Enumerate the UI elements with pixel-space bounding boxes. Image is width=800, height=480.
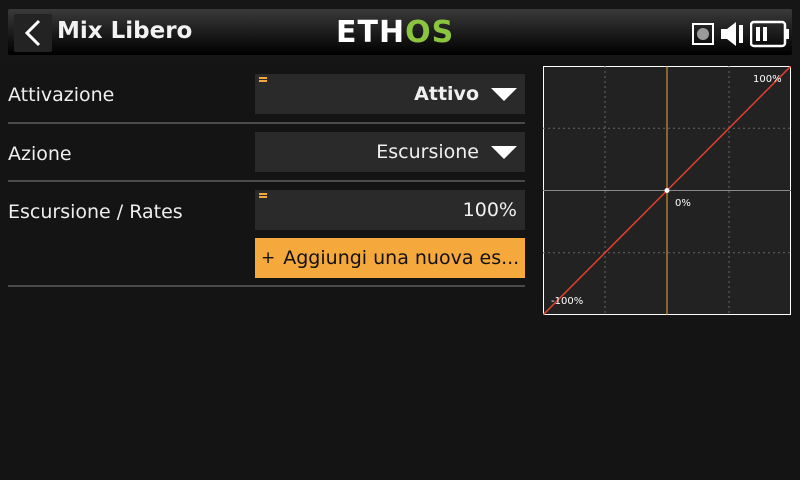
row-divider bbox=[8, 180, 525, 182]
speaker-icon bbox=[721, 22, 743, 46]
status-icons bbox=[692, 20, 790, 48]
plus-icon: + bbox=[261, 248, 276, 268]
action-dropdown[interactable]: Escursione bbox=[255, 132, 525, 172]
record-icon bbox=[692, 23, 714, 45]
center-point bbox=[664, 188, 670, 193]
logo-eth: ETH bbox=[336, 15, 406, 50]
rates-field[interactable]: 100% bbox=[255, 190, 525, 230]
activation-label: Attivazione bbox=[8, 84, 115, 106]
add-rate-button[interactable]: + Aggiungi una nuova es... bbox=[255, 238, 525, 278]
page-title: Mix Libero bbox=[57, 18, 193, 44]
list-icon bbox=[259, 77, 267, 85]
row-divider bbox=[8, 122, 525, 124]
rates-label: Escursione / Rates bbox=[8, 201, 183, 223]
action-value: Escursione bbox=[376, 141, 479, 163]
list-icon bbox=[259, 193, 267, 201]
dropdown-arrow-icon bbox=[491, 87, 517, 101]
battery-icon bbox=[750, 20, 789, 48]
rates-value: 100% bbox=[462, 199, 517, 221]
activation-dropdown[interactable]: Attivo bbox=[255, 74, 525, 114]
label-bottom-left: -100% bbox=[551, 296, 583, 307]
chevron-left-icon bbox=[24, 19, 41, 47]
action-label: Azione bbox=[8, 143, 72, 165]
label-top-right: 100% bbox=[753, 74, 782, 85]
label-center: 0% bbox=[675, 198, 691, 209]
add-rate-label: Aggiungi una nuova es... bbox=[283, 247, 520, 269]
curve-chart: 100% 0% -100% bbox=[543, 66, 791, 315]
dropdown-arrow-icon bbox=[491, 145, 517, 159]
header-bar: Mix Libero ETHOS bbox=[0, 0, 800, 60]
row-divider bbox=[8, 285, 525, 287]
ethos-logo: ETHOS bbox=[336, 17, 454, 49]
logo-os: OS bbox=[405, 15, 455, 50]
activation-value: Attivo bbox=[414, 83, 479, 105]
back-button[interactable] bbox=[14, 14, 52, 52]
